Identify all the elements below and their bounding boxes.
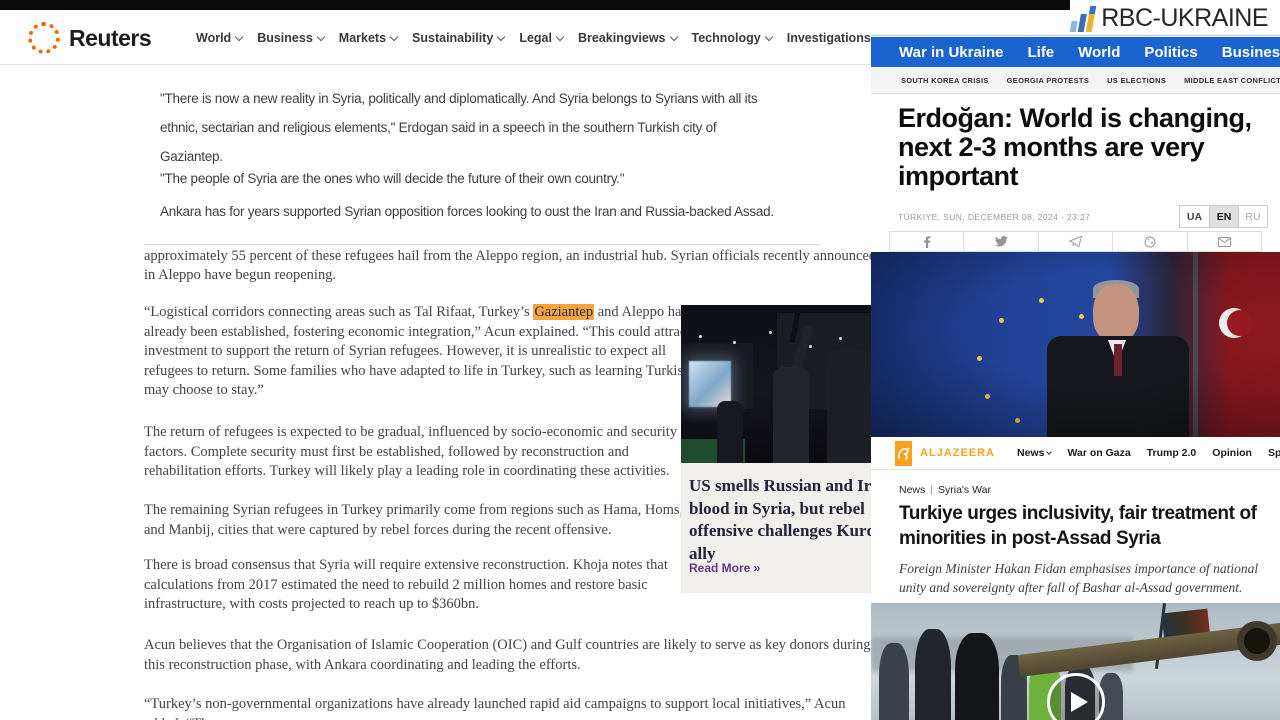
aj-nav-war-on-gaza[interactable]: War on Gaza bbox=[1067, 447, 1130, 459]
lang-en-button[interactable]: EN bbox=[1209, 206, 1238, 227]
aljazeera-logo-icon[interactable] bbox=[895, 441, 912, 466]
person-silhouette bbox=[915, 629, 951, 720]
rbc-wordmark: RBC-UKRAINE bbox=[1101, 4, 1268, 33]
nav-world[interactable]: World bbox=[196, 31, 242, 45]
twitter-icon[interactable] bbox=[964, 232, 1038, 251]
breadcrumb: News|Syria's War bbox=[899, 484, 991, 496]
rbc-logo[interactable]: RBC-UKRAINE bbox=[1072, 4, 1268, 33]
reuters-dotted-circle-icon bbox=[28, 22, 60, 54]
play-icon[interactable] bbox=[1047, 673, 1105, 720]
nav-technology[interactable]: Technology bbox=[692, 31, 772, 45]
rbc-ukraine-window: RBC-UKRAINE War in Ukraine Life World Po… bbox=[871, 0, 1280, 720]
nav-breakingviews[interactable]: Breakingviews bbox=[578, 31, 677, 45]
chevron-down-icon bbox=[390, 32, 398, 40]
street-lights bbox=[699, 335, 702, 338]
related-story-card: US smells Russian and Ir blood in Syria,… bbox=[681, 305, 871, 593]
aj-nav-sport[interactable]: Sport bbox=[1268, 447, 1280, 459]
reuters-paragraph: "There is now a new reality in Syria, po… bbox=[160, 84, 757, 171]
photo-vignette bbox=[871, 252, 1280, 437]
search-highlight: Gaziantep bbox=[533, 304, 594, 320]
reuters-wordmark: Reuters bbox=[69, 25, 151, 52]
reuters-nav: World Business Markets Sustainability Le… bbox=[196, 10, 871, 65]
serif-paragraph-clipped: approximately 55 percent of these refuge… bbox=[144, 247, 871, 267]
tank-gun-muzzle bbox=[1237, 621, 1277, 661]
nav-sustainability[interactable]: Sustainability bbox=[412, 31, 504, 45]
chevron-down-icon bbox=[1047, 449, 1053, 455]
chevron-down-icon bbox=[317, 32, 325, 40]
chevron-down-icon bbox=[764, 32, 772, 40]
topic-south-korea-crisis[interactable]: SOUTH KOREA CRISIS bbox=[901, 76, 989, 85]
fighter-silhouette bbox=[827, 349, 871, 463]
breadcrumb-topic[interactable]: Syria's War bbox=[938, 484, 991, 496]
topic-georgia-protests[interactable]: GEORGIA PROTESTS bbox=[1007, 76, 1089, 85]
language-switcher: UA EN RU bbox=[1179, 205, 1268, 228]
aljazeera-header: ALJAZEERA News War on Gaza Trump 2.0 Opi… bbox=[871, 437, 1280, 470]
rbc-nav-war-in-ukraine[interactable]: War in Ukraine bbox=[899, 44, 1003, 61]
reuters-paragraph: Ankara has for years supported Syrian op… bbox=[160, 197, 774, 226]
top-black-bar bbox=[0, 0, 1070, 10]
chevron-down-icon bbox=[556, 32, 564, 40]
aj-nav-news[interactable]: News bbox=[1017, 447, 1051, 459]
reuters-window: Reuters World Business Markets Sustainab… bbox=[0, 0, 871, 720]
serif-paragraph-clipped: in Aleppo have begun reopening. bbox=[144, 266, 336, 286]
serif-paragraph: The remaining Syrian refugees in Turkey … bbox=[144, 501, 683, 540]
section-divider bbox=[144, 244, 820, 245]
rbc-article-meta: TÜRKIYE, SUN, DECEMBER 08, 2024 - 23:27 bbox=[898, 212, 1090, 222]
serif-paragraph: There is broad consensus that Syria will… bbox=[144, 556, 668, 615]
telegram-icon[interactable] bbox=[1039, 232, 1113, 251]
breadcrumb-separator: | bbox=[925, 484, 938, 496]
nav-business[interactable]: Business bbox=[257, 31, 324, 45]
rbc-nav-politics[interactable]: Politics bbox=[1144, 44, 1197, 61]
reuters-paragraph: "The people of Syria are the ones who wi… bbox=[160, 164, 624, 193]
topic-us-elections[interactable]: US ELECTIONS bbox=[1107, 76, 1166, 85]
reuters-logo[interactable]: Reuters bbox=[28, 22, 151, 54]
screenshot-root: Reuters World Business Markets Sustainab… bbox=[0, 0, 1280, 720]
serif-paragraph-logistical: “Logistical corridors connecting areas s… bbox=[144, 303, 695, 401]
lang-ru-button[interactable]: RU bbox=[1238, 206, 1267, 227]
reuters-header: Reuters World Business Markets Sustainab… bbox=[0, 10, 871, 65]
aljazeera-wordmark[interactable]: ALJAZEERA bbox=[920, 447, 995, 459]
card-photo-night-scene[interactable] bbox=[681, 305, 871, 463]
person-silhouette bbox=[955, 633, 999, 720]
rbc-main-nav: War in Ukraine Life World Politics Busin… bbox=[871, 37, 1280, 67]
rbc-nav-life[interactable]: Life bbox=[1027, 44, 1054, 61]
whatsapp-icon[interactable] bbox=[1113, 232, 1187, 251]
aj-nav-trump-2-0[interactable]: Trump 2.0 bbox=[1147, 447, 1197, 459]
facebook-icon[interactable] bbox=[890, 232, 964, 251]
fighter-silhouette bbox=[773, 367, 809, 463]
rbc-article-headline: Erdoğan: World is changing, next 2-3 mon… bbox=[898, 104, 1263, 191]
erdogan-photo bbox=[871, 252, 1280, 437]
nav-investigations[interactable]: Investigations bbox=[787, 31, 871, 45]
aljazeera-nav: News War on Gaza Trump 2.0 Opinion Sport… bbox=[1017, 447, 1280, 459]
rbc-nav-business[interactable]: Business bbox=[1222, 44, 1280, 61]
nav-markets[interactable]: Markets bbox=[339, 31, 397, 45]
rbc-topics-bar: SOUTH KOREA CRISIS GEORGIA PROTESTS US E… bbox=[871, 67, 1280, 94]
read-more-link[interactable]: Read More » bbox=[689, 561, 760, 575]
video-thumbnail[interactable] bbox=[871, 603, 1280, 720]
serif-paragraph: The return of refugees is expected to be… bbox=[144, 423, 677, 482]
lang-ua-button[interactable]: UA bbox=[1180, 206, 1209, 227]
serif-paragraph: “Turkey’s non-governmental organizations… bbox=[144, 695, 871, 720]
email-icon[interactable] bbox=[1188, 232, 1262, 251]
chevron-down-icon bbox=[235, 32, 243, 40]
bar-chart-icon bbox=[1070, 6, 1097, 32]
person-silhouette bbox=[879, 643, 909, 720]
chevron-down-icon bbox=[497, 32, 505, 40]
serif-paragraph: Acun believes that the Organisation of I… bbox=[144, 636, 871, 675]
nav-legal[interactable]: Legal bbox=[519, 31, 563, 45]
topic-middle-east-conflict[interactable]: MIDDLE EAST CONFLICT bbox=[1184, 76, 1280, 85]
aljazeera-article-headline: Turkiye urges inclusivity, fair treatmen… bbox=[899, 501, 1257, 551]
share-bar bbox=[889, 231, 1262, 252]
breadcrumb-section[interactable]: News bbox=[899, 484, 925, 496]
rbc-nav-world[interactable]: World bbox=[1078, 44, 1120, 61]
person-silhouette bbox=[717, 401, 743, 463]
aj-nav-opinion[interactable]: Opinion bbox=[1212, 447, 1252, 459]
card-headline[interactable]: US smells Russian and Ir blood in Syria,… bbox=[681, 463, 871, 565]
aljazeera-article-subtitle: Foreign Minister Hakan Fidan emphasises … bbox=[899, 559, 1258, 597]
chevron-down-icon bbox=[669, 32, 677, 40]
